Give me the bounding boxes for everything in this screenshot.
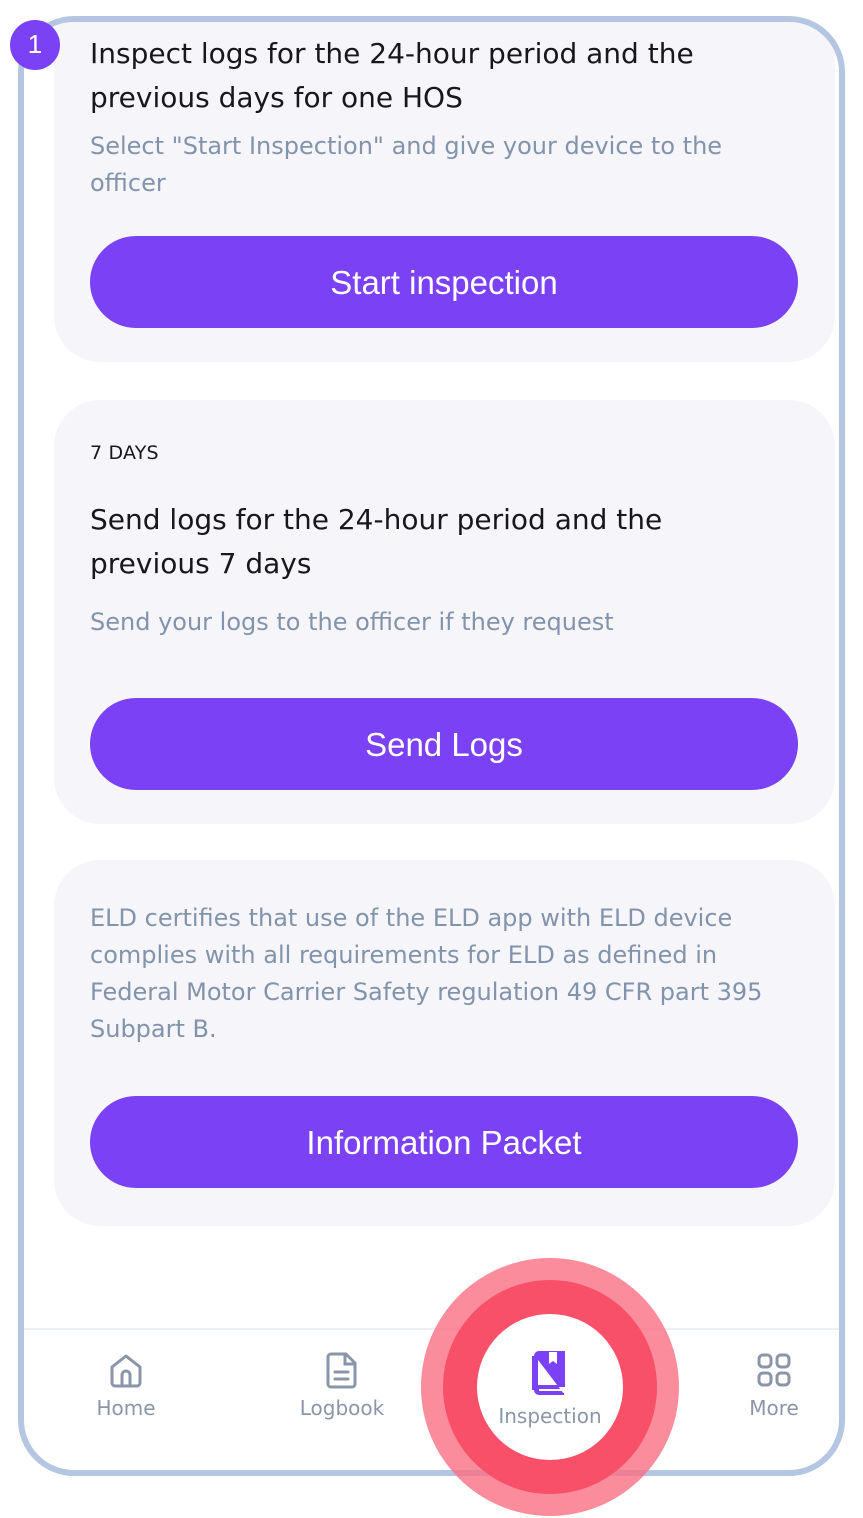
step-number-badge: 1: [10, 20, 60, 70]
phone-frame: Inspect logs for the 24-hour period and …: [18, 16, 845, 1476]
nav-more[interactable]: More: [704, 1350, 839, 1420]
nav-inspection[interactable]: Inspection: [480, 1350, 620, 1428]
nav-logbook[interactable]: Logbook: [272, 1350, 412, 1420]
send-logs-title: Send logs for the 24-hour period and the…: [90, 503, 663, 580]
start-inspection-button[interactable]: Start inspection: [90, 236, 798, 328]
nav-logbook-label: Logbook: [299, 1396, 385, 1420]
information-packet-button[interactable]: Information Packet: [90, 1096, 798, 1188]
book-icon: [480, 1350, 620, 1396]
home-icon: [56, 1350, 196, 1390]
inspection-card-subtitle: Select "Start Inspection" and give your …: [90, 132, 723, 197]
nav-home-label: Home: [96, 1396, 156, 1420]
info-card: ELD certifies that use of the ELD app wi…: [54, 860, 835, 1226]
send-logs-subtitle: Send your logs to the officer if they re…: [90, 608, 614, 636]
send-logs-card: 7 DAYS Send logs for the 24-hour period …: [54, 400, 835, 824]
document-icon: [272, 1350, 412, 1390]
send-logs-button[interactable]: Send Logs: [90, 698, 798, 790]
grid-icon: [704, 1350, 839, 1390]
nav-home[interactable]: Home: [56, 1350, 196, 1420]
nav-inspection-label: Inspection: [498, 1404, 602, 1428]
send-logs-kicker: 7 DAYS: [90, 442, 159, 464]
nav-more-label: More: [749, 1396, 799, 1420]
inspection-card-title: Inspect logs for the 24-hour period and …: [90, 37, 694, 114]
inspection-card: Inspect logs for the 24-hour period and …: [54, 22, 835, 362]
eld-certification-text: ELD certifies that use of the ELD app wi…: [90, 904, 763, 1043]
